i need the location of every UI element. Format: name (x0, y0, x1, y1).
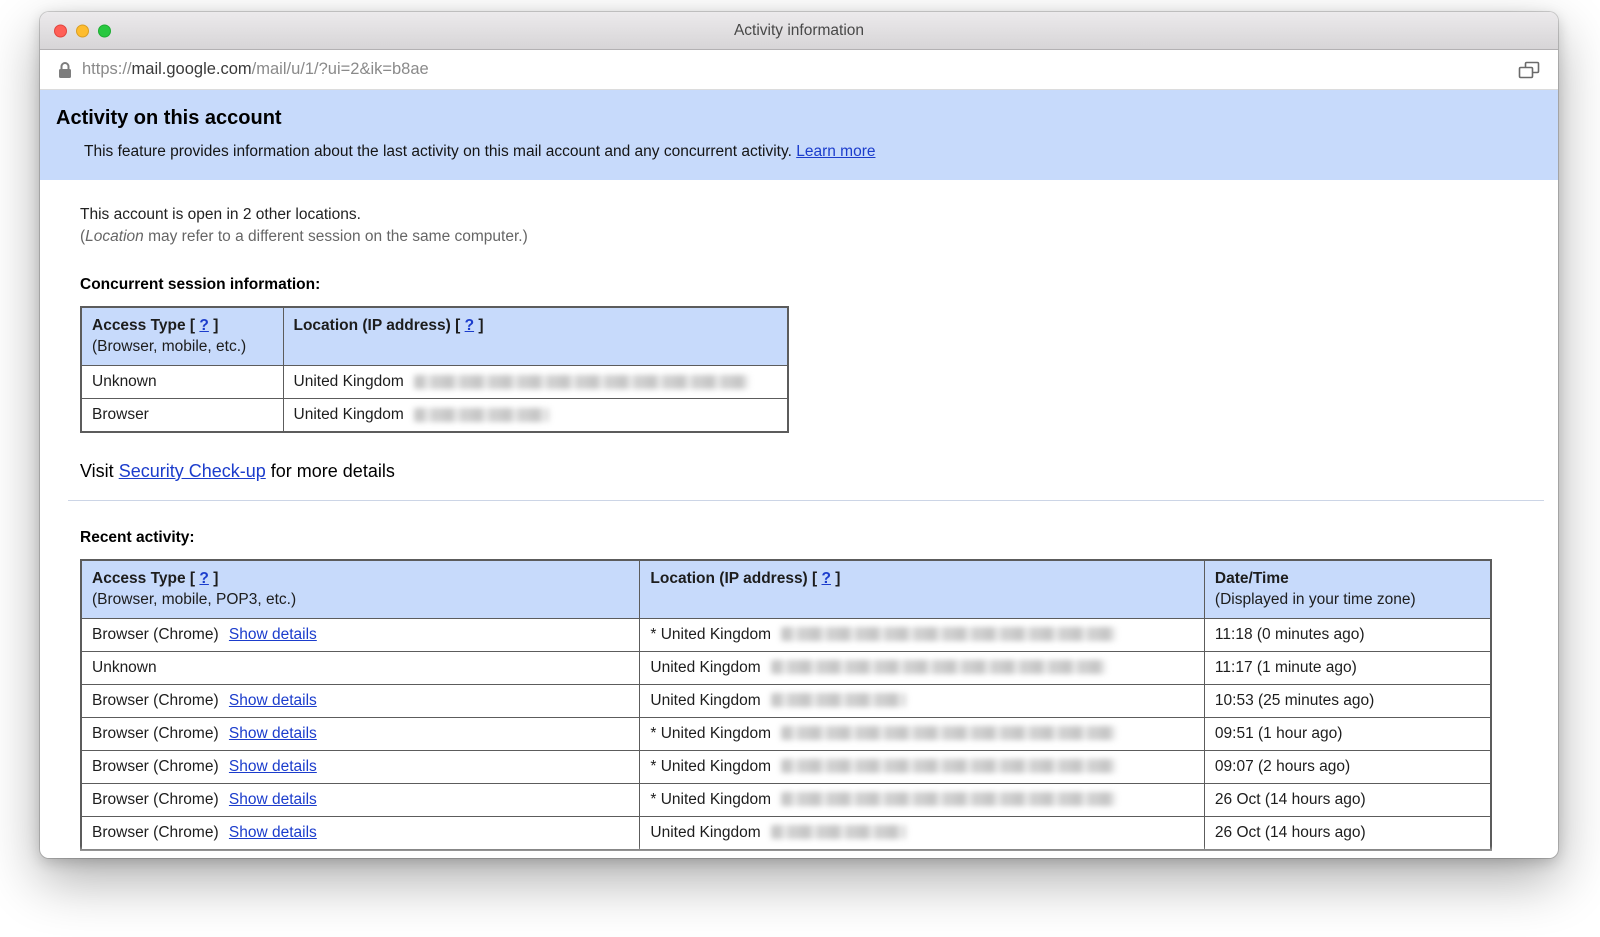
access-type-cell: Unknown (81, 651, 640, 684)
recent-activity-heading: Recent activity: (80, 529, 1558, 547)
header-description-row: This feature provides information about … (84, 143, 1542, 161)
access-type-header: Access Type [ ? ] (Browser, mobile, POP3… (81, 560, 640, 618)
address-bar[interactable]: https://mail.google.com/mail/u/1/?ui=2&i… (40, 50, 1558, 90)
concurrent-sessions-heading: Concurrent session information: (80, 276, 1558, 294)
table-row: Browser United Kingdom (81, 398, 788, 432)
redacted-ip (781, 759, 1116, 773)
access-type-help-link[interactable]: ? (199, 570, 208, 587)
tab-overview-icon[interactable] (1518, 61, 1540, 79)
datetime-cell: 11:18 (0 minutes ago) (1204, 618, 1491, 651)
minimize-window-button[interactable] (76, 24, 89, 37)
datetime-cell: 26 Oct (14 hours ago) (1204, 783, 1491, 816)
access-type-cell: Unknown (81, 365, 283, 398)
location-header: Location (IP address) [ ? ] (283, 307, 788, 365)
redacted-ip (781, 627, 1116, 641)
redacted-ip (781, 726, 1116, 740)
security-checkup-line: Visit Security Check-up for more details (80, 461, 1558, 482)
location-help-link[interactable]: ? (465, 317, 474, 334)
url-scheme: https:// (82, 60, 132, 78)
url-path: /mail/u/1/?ui=2&ik=b8ae (252, 60, 429, 78)
page-content: This account is open in 2 other location… (40, 204, 1558, 858)
zoom-window-button[interactable] (98, 24, 111, 37)
browser-window: Activity information https://mail.google… (40, 12, 1558, 858)
datetime-header: Date/Time (Displayed in your time zone) (1204, 560, 1491, 618)
show-details-link[interactable]: Show details (229, 626, 317, 643)
location-header: Location (IP address) [ ? ] (640, 560, 1205, 618)
location-cell: * United Kingdom (640, 783, 1205, 816)
access-type-cell: Browser (Chrome) Show details (81, 750, 640, 783)
location-help-link[interactable]: ? (822, 570, 831, 587)
location-cell: United Kingdom (640, 816, 1205, 850)
show-details-link[interactable]: Show details (229, 791, 317, 808)
location-cell: * United Kingdom (640, 750, 1205, 783)
access-type-header: Access Type [ ? ] (Browser, mobile, etc.… (81, 307, 283, 365)
location-cell: United Kingdom (640, 684, 1205, 717)
access-type-cell: Browser (Chrome) Show details (81, 816, 640, 850)
url-text: https://mail.google.com/mail/u/1/?ui=2&i… (82, 60, 429, 79)
datetime-cell: 09:07 (2 hours ago) (1204, 750, 1491, 783)
table-row: Browser (Chrome) Show details United Kin… (81, 816, 1491, 850)
window-title: Activity information (734, 22, 864, 40)
table-row: Browser (Chrome) Show details United Kin… (81, 684, 1491, 717)
access-type-cell: Browser (81, 398, 283, 432)
redacted-ip (414, 375, 749, 389)
window-titlebar: Activity information (40, 12, 1558, 50)
table-row: Browser (Chrome) Show details * United K… (81, 717, 1491, 750)
open-locations-text: This account is open in 2 other location… (80, 206, 361, 223)
concurrent-sessions-table: Access Type [ ? ] (Browser, mobile, etc.… (80, 306, 789, 433)
access-type-cell: Browser (Chrome) Show details (81, 684, 640, 717)
window-controls (54, 24, 111, 37)
redacted-ip (771, 693, 906, 707)
show-details-link[interactable]: Show details (229, 692, 317, 709)
table-row: Unknown United Kingdom 11:17 (1 minute a… (81, 651, 1491, 684)
access-type-help-link[interactable]: ? (199, 317, 208, 334)
table-row: Browser (Chrome) Show details * United K… (81, 618, 1491, 651)
table-row: Browser (Chrome) Show details * United K… (81, 750, 1491, 783)
redacted-ip (414, 408, 549, 422)
datetime-cell: 26 Oct (14 hours ago) (1204, 816, 1491, 850)
location-cell: United Kingdom (283, 398, 788, 432)
account-open-summary: This account is open in 2 other location… (80, 204, 1558, 248)
redacted-ip (771, 660, 1106, 674)
page-header: Activity on this account This feature pr… (40, 90, 1558, 180)
access-type-cell: Browser (Chrome) Show details (81, 783, 640, 816)
page-title: Activity on this account (56, 107, 1542, 130)
lock-icon (58, 61, 72, 79)
location-cell: * United Kingdom (640, 618, 1205, 651)
show-details-link[interactable]: Show details (229, 824, 317, 841)
recent-activity-table: Access Type [ ? ] (Browser, mobile, POP3… (80, 559, 1492, 851)
redacted-ip (781, 792, 1116, 806)
location-note: (Location may refer to a different sessi… (80, 228, 528, 245)
datetime-cell: 11:17 (1 minute ago) (1204, 651, 1491, 684)
table-row: Unknown United Kingdom (81, 365, 788, 398)
datetime-cell: 10:53 (25 minutes ago) (1204, 684, 1491, 717)
redacted-ip (771, 825, 906, 839)
table-header-row: Access Type [ ? ] (Browser, mobile, POP3… (81, 560, 1491, 618)
location-cell: * United Kingdom (640, 717, 1205, 750)
access-type-cell: Browser (Chrome) Show details (81, 717, 640, 750)
table-row: Browser (Chrome) Show details * United K… (81, 783, 1491, 816)
show-details-link[interactable]: Show details (229, 725, 317, 742)
access-type-cell: Browser (Chrome) Show details (81, 618, 640, 651)
header-description: This feature provides information about … (84, 143, 792, 160)
location-cell: United Kingdom (283, 365, 788, 398)
url-host: mail.google.com (132, 60, 252, 78)
datetime-cell: 09:51 (1 hour ago) (1204, 717, 1491, 750)
show-details-link[interactable]: Show details (229, 758, 317, 775)
learn-more-link[interactable]: Learn more (796, 143, 875, 160)
table-header-row: Access Type [ ? ] (Browser, mobile, etc.… (81, 307, 788, 365)
section-divider (68, 500, 1544, 501)
location-cell: United Kingdom (640, 651, 1205, 684)
close-window-button[interactable] (54, 24, 67, 37)
security-checkup-link[interactable]: Security Check-up (119, 461, 266, 481)
